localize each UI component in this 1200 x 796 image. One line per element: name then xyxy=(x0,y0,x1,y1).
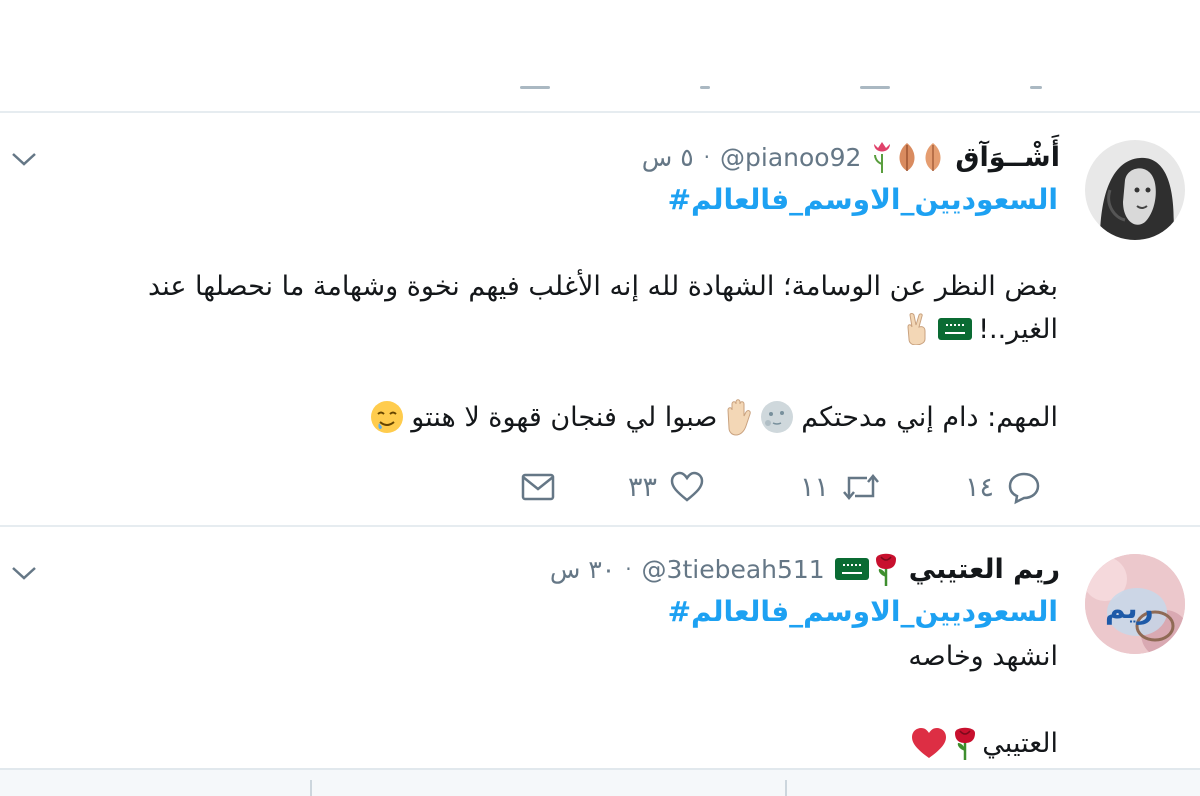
rose-icon xyxy=(875,553,896,586)
tweet-text-line-3: المهم: دام إني مدحتكم صبوا لي فنجان قهوة… xyxy=(369,398,1058,436)
tweet-text-line: انشهد وخاصه xyxy=(908,641,1058,672)
envelope-icon xyxy=(521,473,555,501)
retweet-icon xyxy=(843,474,879,500)
reply-count: ١٤ xyxy=(965,471,995,503)
drooling-face-icon xyxy=(371,401,404,433)
previous-tweet-action-remnant xyxy=(520,86,550,89)
avatar-label: ريم xyxy=(1105,592,1154,625)
previous-tweet-action-remnant xyxy=(700,86,710,89)
user-handle[interactable]: @pianoo92 xyxy=(720,143,861,172)
retweet-button[interactable]: ١١ xyxy=(800,469,881,505)
name-emoji-group xyxy=(871,140,945,174)
avatar[interactable]: ريم xyxy=(1085,554,1185,654)
user-handle[interactable]: @3tiebeah511 xyxy=(642,555,825,584)
saudi-flag-icon xyxy=(834,558,869,580)
rose-icon xyxy=(955,727,976,760)
tweet-timestamp[interactable]: ٥ س xyxy=(642,143,694,172)
red-heart-icon xyxy=(912,728,947,758)
leaf-icon xyxy=(925,143,941,171)
previous-tweet-remainder xyxy=(0,0,1200,110)
tweet-text-fragment: صبوا لي فنجان قهوة لا هنتو xyxy=(411,401,718,433)
tweet-text-fragment: المهم: دام إني مدحتكم xyxy=(801,401,1058,433)
tulip-icon xyxy=(874,142,891,173)
tweet-card[interactable]: أَشْــوَآق @pianoo92 · ٥ س #السعوديين_ال… xyxy=(0,113,1200,525)
name-emoji-group xyxy=(834,551,899,587)
chevron-down-icon[interactable] xyxy=(10,563,38,583)
tweet-text-fragment: العتيبي xyxy=(982,727,1058,759)
display-name[interactable]: أَشْــوَآق xyxy=(955,142,1060,173)
tweet-text-line: بغض النظر عن الوسامة؛ الشهادة لله إنه ال… xyxy=(148,271,1058,302)
direct-message-button[interactable] xyxy=(520,471,556,503)
like-button[interactable]: ٣٣ xyxy=(628,469,705,505)
reply-icon xyxy=(1008,472,1040,505)
tweet-header: أَشْــوَآق @pianoo92 · ٥ س xyxy=(642,137,1060,177)
tweet-text-line-2: العتيبي xyxy=(910,725,1058,761)
heart-icon xyxy=(670,471,704,502)
tweet-text-line-2: الغير..! xyxy=(902,313,1058,345)
chevron-down-icon[interactable] xyxy=(10,149,38,169)
bottom-bar xyxy=(0,768,1200,796)
reply-button[interactable]: ١٤ xyxy=(965,469,1042,505)
raised-hand-icon xyxy=(727,399,751,436)
avatar[interactable] xyxy=(1085,140,1185,240)
previous-tweet-action-remnant xyxy=(860,86,890,89)
separator-dot: · xyxy=(625,557,632,581)
tweet-text-fragment: الغير..! xyxy=(978,313,1058,345)
tweet-actions: ١٤ ١١ ٣٣ xyxy=(0,465,1200,515)
moon-face-icon xyxy=(761,401,794,433)
saudi-flag-icon xyxy=(938,318,973,340)
tweet-card[interactable]: ريم ريم العتيبي @3tiebeah511 · ٣٠ س #الس… xyxy=(0,527,1200,768)
display-name[interactable]: ريم العتيبي xyxy=(909,554,1060,585)
separator-dot: · xyxy=(703,145,711,169)
retweet-count: ١١ xyxy=(800,471,830,503)
leaf-icon xyxy=(899,143,915,171)
tweet-header: ريم العتيبي @3tiebeah511 · ٣٠ س xyxy=(550,549,1060,589)
previous-tweet-action-remnant xyxy=(1030,86,1042,89)
hashtag-link[interactable]: #السعوديين_الاوسم_فالعالم xyxy=(668,595,1058,628)
victory-hand-icon xyxy=(907,313,926,345)
tweet-timestamp[interactable]: ٣٠ س xyxy=(550,555,615,584)
hashtag-link[interactable]: #السعوديين_الاوسم_فالعالم xyxy=(668,183,1058,216)
like-count: ٣٣ xyxy=(628,471,658,503)
